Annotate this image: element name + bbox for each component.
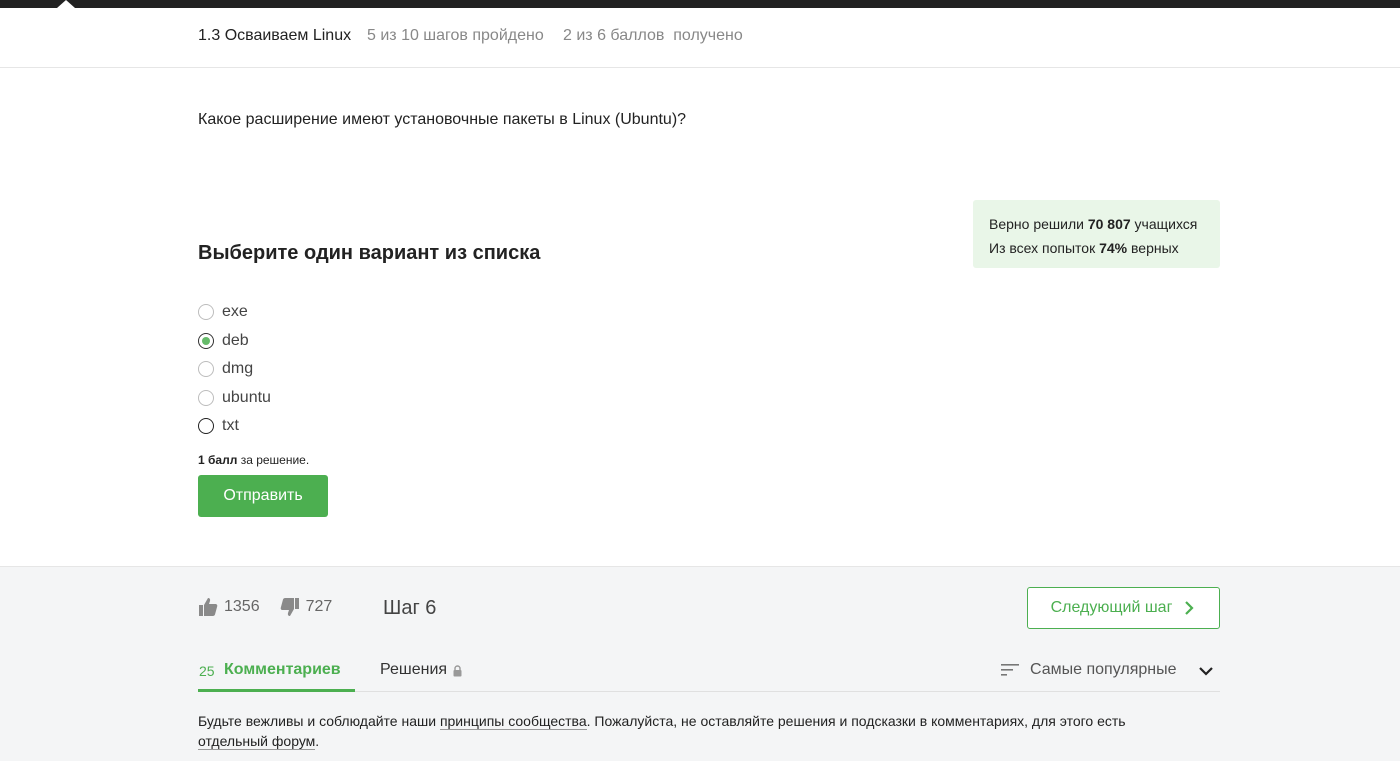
answer-options: exe deb dmg ubuntu txt (198, 298, 271, 441)
attempts-percent: 74% (1099, 240, 1128, 256)
step-footer: 1356 727 Шаг 6 Следующий шаг 25 Коммента… (0, 566, 1400, 761)
option-dmg[interactable]: dmg (198, 355, 271, 384)
lesson-title[interactable]: 1.3 Осваиваем Linux (198, 27, 351, 45)
points-value: 1 балл (198, 453, 238, 467)
next-step-button[interactable]: Следующий шаг (1027, 587, 1220, 629)
attempts-prefix: Из всех попыток (989, 240, 1096, 256)
points-suffix: за решение. (240, 453, 310, 467)
sort-icon (1001, 663, 1019, 677)
choose-title: Выберите один вариант из списка (198, 242, 541, 264)
nav-notch (57, 0, 75, 8)
thumbs-up-icon[interactable] (198, 597, 218, 617)
next-step-label: Следующий шаг (1050, 599, 1173, 616)
discussion-tabs: 25 Комментариев Решения Самые популярные (198, 655, 1220, 692)
option-label: dmg (222, 360, 254, 378)
solutions-label: Решения (380, 661, 448, 678)
lesson-header: 1.3 Осваиваем Linux 5 из 10 шагов пройде… (0, 8, 1400, 68)
radio-button-focused[interactable] (198, 418, 214, 435)
option-label: deb (222, 331, 249, 349)
option-label: ubuntu (222, 388, 271, 406)
attempts-suffix: верных (1131, 240, 1179, 256)
radio-button[interactable] (198, 389, 214, 406)
step-label: Шаг 6 (383, 597, 437, 619)
tab-solutions[interactable]: Решения (380, 661, 463, 679)
points-info: 1 балл за решение. (198, 453, 309, 467)
stats-box: Верно решили 70 807 учащихся Из всех поп… (973, 200, 1220, 268)
notice-text: . Пожалуйста, не оставляйте решения и по… (586, 713, 1126, 729)
solved-suffix: учащихся (1134, 216, 1198, 232)
solved-stat: Верно решили 70 807 учащихся (989, 212, 1220, 236)
option-exe[interactable]: exe (198, 298, 271, 327)
submit-button[interactable]: Отправить (198, 475, 328, 517)
forum-link[interactable]: отдельный форум (198, 733, 316, 750)
question-text: Какое расширение имеют установочные паке… (198, 111, 687, 128)
tab-comments[interactable]: 25 Комментариев (198, 655, 355, 692)
dislikes-count: 727 (305, 598, 333, 615)
attempts-stat: Из всех попыток 74% верных (989, 236, 1220, 260)
notice-text: . (315, 733, 320, 749)
lesson-progress: 5 из 10 шагов пройдено (367, 27, 544, 44)
chevron-right-icon (1182, 601, 1196, 615)
thumbs-down-icon[interactable] (280, 597, 300, 617)
reactions: 1356 727 (198, 597, 332, 617)
option-deb[interactable]: deb (198, 327, 271, 356)
solved-prefix: Верно решили (989, 216, 1084, 232)
option-label: txt (222, 417, 239, 435)
radio-button[interactable] (198, 304, 214, 321)
chevron-down-icon[interactable] (1198, 663, 1214, 679)
comments-count: 25 (199, 663, 215, 679)
lesson-score: 2 из 6 баллов получено (563, 27, 743, 44)
community-notice: Будьте вежливы и соблюдайте наши принцип… (198, 711, 1198, 751)
community-guidelines-link[interactable]: принципы сообщества (439, 713, 587, 730)
radio-button[interactable] (198, 361, 214, 378)
option-txt[interactable]: txt (198, 412, 271, 441)
sort-selector[interactable]: Самые популярные (1001, 661, 1176, 679)
comments-label: Комментариев (224, 661, 341, 678)
radio-button-checked[interactable] (198, 332, 214, 349)
likes-count: 1356 (224, 598, 260, 615)
notice-text: Будьте вежливы и соблюдайте наши (198, 713, 440, 729)
lock-icon (452, 664, 463, 677)
sort-label: Самые популярные (1030, 661, 1177, 678)
solved-count: 70 807 (1087, 216, 1131, 232)
option-ubuntu[interactable]: ubuntu (198, 384, 271, 413)
top-nav-bar (0, 0, 1400, 8)
option-label: exe (222, 303, 248, 321)
